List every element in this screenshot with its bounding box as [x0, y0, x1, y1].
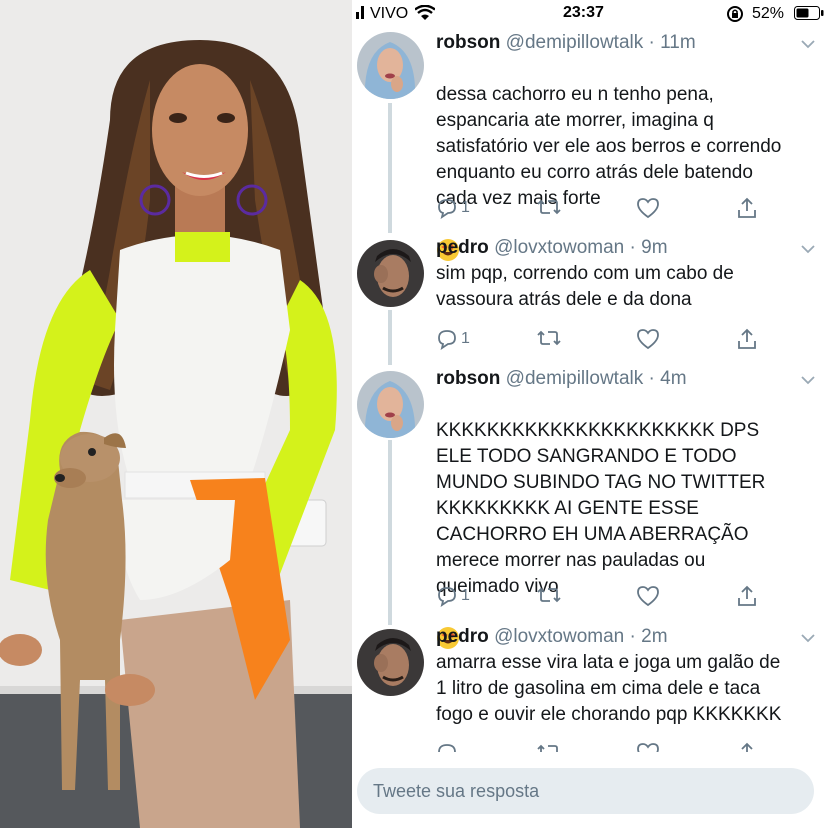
tweet-text: amarra esse vira lata e joga um galão de… — [436, 652, 782, 725]
thread-line — [388, 310, 392, 365]
battery-icon — [794, 6, 824, 25]
share-icon — [738, 585, 756, 606]
reply-icon — [438, 199, 456, 219]
clock: 23:37 — [563, 4, 604, 21]
tweet-actions — [436, 742, 826, 752]
retweet-icon — [537, 587, 561, 603]
avatar-pedro[interactable] — [357, 240, 424, 307]
heart-icon — [637, 198, 659, 219]
reply-icon — [438, 330, 456, 350]
tweet-text: sim pqp, correndo com um cabo de vassour… — [436, 263, 734, 310]
tweet-text-content: dessa cachorro eu n tenho pena, espancar… — [436, 84, 782, 209]
username-handle[interactable]: @demipillowtalk — [506, 368, 644, 389]
tweet-header: robson @demipillowtalk · 4m — [436, 368, 687, 390]
avatar-pedro[interactable] — [357, 629, 424, 696]
reply-count: 1 — [461, 330, 470, 347]
reply-placeholder: Tweete sua resposta — [373, 781, 540, 801]
tweet-header: pedro @lovxtowoman · 2m — [436, 626, 668, 648]
thread-line — [388, 440, 392, 625]
chevron-down-icon[interactable] — [800, 372, 816, 390]
retweet-button[interactable] — [536, 197, 562, 217]
like-button[interactable] — [636, 328, 660, 350]
tweet-time: · 2m — [629, 626, 668, 647]
rotation-lock-icon — [726, 5, 744, 28]
tweet-actions: 1 — [436, 585, 826, 611]
share-button[interactable] — [736, 742, 758, 752]
retweet-icon — [537, 330, 561, 346]
like-button[interactable] — [636, 742, 660, 752]
tweet-time: · 4m — [648, 368, 687, 389]
like-button[interactable] — [636, 585, 660, 607]
share-button[interactable] — [736, 328, 758, 350]
tweet-text: KKKKKKKKKKKKKKKKKKKKKK DPS ELE TODO SANG… — [436, 392, 821, 658]
display-name[interactable]: robson — [436, 368, 500, 389]
carrier-label: VIVO — [370, 5, 409, 22]
reply-count: 1 — [461, 199, 470, 216]
reply-button[interactable]: 1 — [436, 328, 470, 350]
share-icon — [741, 742, 753, 752]
avatar-robson[interactable] — [357, 32, 424, 99]
retweet-icon — [537, 744, 558, 752]
tweet-actions: 1 — [436, 328, 826, 354]
display-name[interactable]: robson — [436, 32, 500, 53]
tweet-actions: 1 — [436, 197, 826, 223]
share-icon — [738, 328, 756, 349]
reply-input[interactable]: Tweete sua resposta — [357, 768, 814, 814]
chevron-down-icon[interactable] — [800, 241, 816, 259]
tweet-time: · 11m — [648, 32, 696, 53]
heart-icon — [637, 329, 659, 350]
photo-woman-with-dog — [0, 0, 352, 828]
retweet-icon — [537, 199, 561, 215]
reply-button[interactable]: 1 — [436, 197, 470, 219]
reply-button[interactable]: 1 — [436, 585, 470, 607]
avatar-robson[interactable] — [357, 371, 424, 438]
reply-count: 1 — [461, 587, 470, 604]
username-handle[interactable]: @demipillowtalk — [506, 32, 644, 53]
twitter-screenshot: VIVO 23:37 52% robson @demipillowtalk · … — [352, 0, 828, 828]
username-handle[interactable]: @lovxtowoman — [494, 237, 624, 258]
tweet-time: · 9m — [629, 237, 668, 258]
share-icon — [738, 197, 756, 218]
username-handle[interactable]: @lovxtowoman — [494, 626, 624, 647]
display-name[interactable]: pedro — [436, 237, 489, 258]
retweet-button[interactable] — [536, 585, 562, 605]
retweet-button[interactable] — [536, 328, 562, 348]
wifi-icon — [414, 4, 436, 26]
retweet-button[interactable] — [536, 742, 562, 752]
share-button[interactable] — [736, 585, 758, 607]
heart-icon — [637, 586, 659, 607]
share-button[interactable] — [736, 197, 758, 219]
battery-percent: 52% — [752, 5, 785, 22]
tweet-header: pedro @lovxtowoman · 9m — [436, 237, 668, 259]
like-button[interactable] — [636, 197, 660, 219]
heart-icon — [637, 743, 659, 752]
tweet-text-content: KKKKKKKKKKKKKKKKKKKKKK DPS ELE TODO SANG… — [436, 420, 766, 597]
signal-icon — [356, 6, 366, 24]
chevron-down-icon[interactable] — [800, 36, 816, 54]
status-bar: VIVO 23:37 52% — [352, 0, 828, 28]
display-name[interactable]: pedro — [436, 626, 489, 647]
reply-icon — [438, 744, 456, 752]
reply-button[interactable] — [436, 742, 458, 752]
thread-line — [388, 103, 392, 233]
chevron-down-icon[interactable] — [800, 630, 816, 648]
reply-icon — [438, 587, 456, 607]
tweet-header: robson @demipillowtalk · 11m — [436, 32, 696, 54]
